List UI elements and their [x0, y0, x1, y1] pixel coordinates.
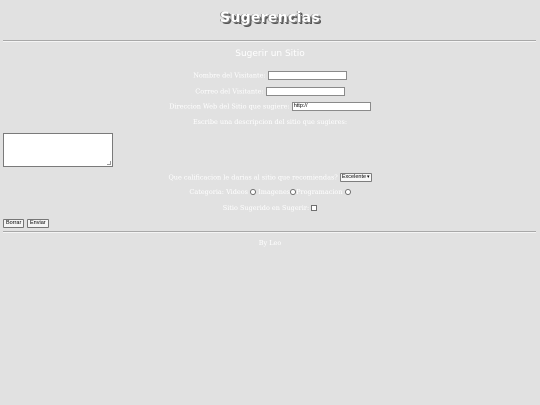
visitor-email-label: Correo del Visitante: — [195, 87, 264, 96]
rating-label: Que calificacion le darias al sitio que … — [168, 173, 338, 182]
rating-selected-value: Excelente — [341, 174, 367, 180]
site-url-row: Direccion Web del Sitio que sugiere: htt… — [0, 102, 540, 111]
visitor-name-row: Nombre del Visitante: — [0, 71, 540, 80]
already-suggested-checkbox[interactable] — [311, 205, 318, 211]
top-divider — [3, 40, 536, 42]
description-label-row: Escribe una descripcion del sitio que su… — [0, 118, 540, 126]
page-title: Sugerir un Sitio — [235, 49, 305, 59]
already-suggested-row: Sitio Sugerido en Sugerir: — [0, 204, 540, 212]
submit-button[interactable]: Enviar — [27, 219, 49, 228]
visitor-email-input[interactable] — [265, 87, 345, 96]
bottom-divider — [3, 231, 536, 233]
footer-credit: By Leo — [258, 239, 282, 247]
already-suggested-label: Sitio Sugerido en Sugerir: — [222, 204, 310, 212]
rating-row: Que calificacion le darias al sitio que … — [0, 173, 540, 182]
chevron-down-icon: ▾ — [367, 174, 370, 180]
site-url-input[interactable]: http:// — [291, 102, 371, 111]
resize-handle-icon[interactable] — [107, 161, 111, 165]
rating-select[interactable]: Excelente▾ — [339, 173, 372, 182]
reset-button[interactable]: Borrar — [3, 219, 25, 228]
site-url-label: Direccion Web del Sitio que sugiere: — [169, 102, 290, 111]
category-option-videos-label: Videos — [226, 188, 248, 196]
category-option-imagenes-label: Imagenes — [258, 188, 291, 196]
site-logo: Sugerencias — [219, 10, 321, 26]
description-label: Escribe una descripcion del sitio que su… — [192, 118, 348, 126]
visitor-email-row: Correo del Visitante: — [0, 87, 540, 96]
category-option-videos-radio[interactable] — [250, 189, 257, 195]
description-textarea[interactable] — [3, 133, 113, 167]
category-option-programacion-radio[interactable] — [344, 189, 351, 195]
category-label: Categoria: — [189, 188, 224, 196]
visitor-name-label: Nombre del Visitante: — [193, 71, 266, 80]
visitor-name-input[interactable] — [267, 71, 347, 80]
category-option-programacion-label: Programacion — [296, 188, 343, 196]
category-row: Categoria: Videos Imagenes Programacion — [0, 188, 540, 196]
